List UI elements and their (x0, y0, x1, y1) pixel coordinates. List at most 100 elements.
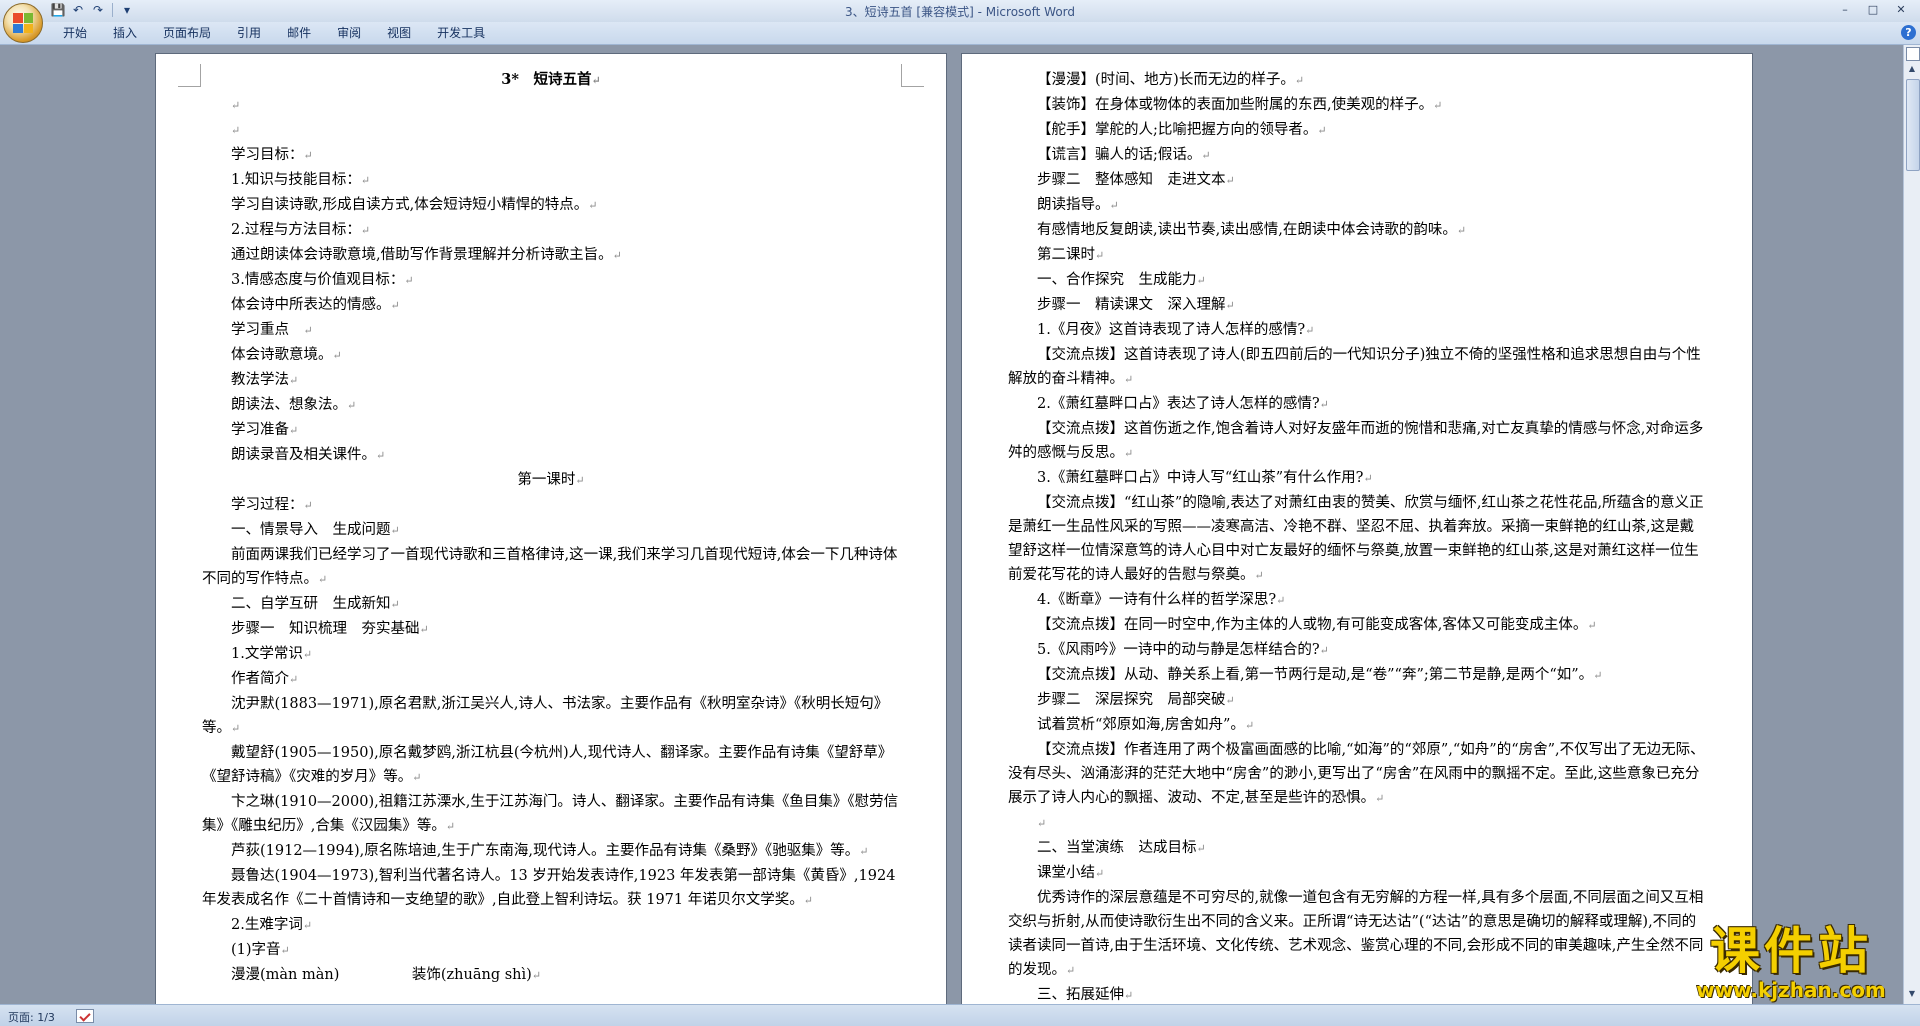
paragraph: 4.《断章》一诗有什么样的哲学深思?↵ (1008, 588, 1706, 613)
tab-review[interactable]: 审阅 (324, 22, 374, 44)
paragraph: 前面两课我们已经学习了一首现代诗歌和三首格律诗,这一课,我们来学习几首现代短诗,… (202, 543, 900, 592)
paragraph: 3* 短诗五首↵ (202, 68, 900, 93)
paragraph-mark-icon: ↵ (303, 324, 313, 337)
paragraph-mark-icon: ↵ (1225, 694, 1235, 707)
scroll-up-icon[interactable]: ▲ (1906, 63, 1918, 75)
paragraph-mark-icon: ↵ (1225, 174, 1235, 187)
paragraph: 漫漫(màn màn) 装饰(zhuāng shì)↵ (202, 963, 900, 988)
tab-developer[interactable]: 开发工具 (424, 22, 498, 44)
paragraph: 学习目标：↵ (202, 143, 900, 168)
vertical-scrollbar[interactable]: ▲ ▼ (1903, 45, 1920, 1004)
paragraph-mark-icon: ↵ (1276, 594, 1286, 607)
paragraph-mark-icon: ↵ (1305, 324, 1315, 337)
paragraph-text: 【舵手】掌舵的人;比喻把握方向的领导者。 (1037, 122, 1318, 138)
paragraph-mark-icon: ↵ (1317, 124, 1327, 137)
scrollbar-thumb[interactable] (1906, 79, 1920, 171)
paragraph-mark-icon: ↵ (575, 474, 585, 487)
paragraph: 学习重点 ↵ (202, 318, 900, 343)
paragraph-mark-icon: ↵ (1363, 472, 1373, 485)
paragraph-text: 一、合作探究 生成能力 (1037, 272, 1197, 288)
paragraph: 第一课时↵ (202, 468, 900, 493)
paragraph-text: 三、拓展延伸 (1037, 987, 1124, 1003)
page-number-indicator[interactable]: 页面: 1/3 (8, 1009, 55, 1025)
minimize-button[interactable]: – (1832, 1, 1858, 18)
view-ruler-icon[interactable] (1906, 47, 1920, 61)
paragraph-text: 试着赏析“郊原如海,房舍如舟”。 (1037, 717, 1245, 733)
document-area: 3* 短诗五首↵ ↵ ↵ 学习目标：↵ 1.知识与技能目标： ↵ 学习自读诗歌,形成自读方式… (0, 45, 1904, 1004)
close-button[interactable]: ✕ (1888, 1, 1914, 18)
paragraph-text: 学习过程： (231, 497, 304, 513)
paragraph: 学习自读诗歌,形成自读方式,体会短诗短小精悍的特点。↵ (202, 193, 900, 218)
tab-view[interactable]: 视图 (374, 22, 424, 44)
site-watermark: 课件站 www.kjzhan.com (1676, 924, 1906, 1002)
paragraph-mark-icon: ↵ (231, 99, 241, 112)
paragraph-text: 卞之琳(1910—2000),祖籍江苏溧水,生于江苏海门。诗人、翻译家。主要作品… (202, 794, 899, 834)
paragraph-text: 沈尹默(1883—1971),原名君默,浙江吴兴人,诗人、书法家。主要作品有《秋… (202, 696, 889, 736)
paragraph-mark-icon: ↵ (1095, 867, 1105, 880)
paragraph: 一、情景导入 生成问题↵ (202, 518, 900, 543)
tab-page-layout[interactable]: 页面布局 (150, 22, 224, 44)
paragraph-text: 朗读录音及相关课件。 (231, 447, 376, 463)
paragraph: 戴望舒(1905—1950),原名戴梦鸥,浙江杭县(今杭州)人,现代诗人、翻译家… (202, 741, 900, 790)
paragraph-mark-icon: ↵ (318, 573, 328, 586)
paragraph-text: 1.知识与技能目标： (231, 172, 361, 188)
tab-home[interactable]: 开始 (50, 22, 100, 44)
paragraph-mark-icon: ↵ (859, 845, 869, 858)
paragraph-text: 教法学法 (231, 372, 289, 388)
paragraph: 朗读录音及相关课件。↵ (202, 443, 900, 468)
paragraph-text: 5.《风雨吟》一诗中的动与静是怎样结合的? (1037, 642, 1320, 658)
page-text[interactable]: 3* 短诗五首↵ ↵ ↵ 学习目标：↵ 1.知识与技能目标： ↵ 学习自读诗歌,形成自读方式… (202, 68, 900, 988)
paragraph-text: 朗读法、想象法。 (231, 397, 347, 413)
office-button[interactable] (3, 3, 43, 43)
help-icon[interactable]: ? (1901, 25, 1916, 40)
paragraph-text: 学习自读诗歌,形成自读方式,体会短诗短小精悍的特点。 (231, 197, 589, 213)
paragraph-mark-icon: ↵ (302, 919, 313, 932)
paragraph-text: 【装饰】在身体或物体的表面加些附属的东西,使美观的样子。 (1037, 97, 1434, 113)
paragraph: 步骤二 深层探究 局部突破↵ (1008, 688, 1706, 713)
paragraph-mark-icon: ↵ (404, 274, 414, 287)
paragraph-mark-icon: ↵ (332, 349, 342, 362)
page-text[interactable]: 【漫漫】(时间、地方)长而无边的样子。↵ 【装饰】在身体或物体的表面加些附属的东西… (1008, 68, 1706, 1004)
paragraph: 优秀诗作的深层意蕴是不可穷尽的,就像一道包含有无穷解的方程一样,具有多个层面,不… (1008, 886, 1706, 983)
watermark-logo: 课件站 (1710, 922, 1872, 980)
paragraph-mark-icon: ↵ (289, 424, 299, 437)
maximize-button[interactable]: □ (1860, 1, 1886, 18)
paragraph-text: 戴望舒(1905—1950),原名戴梦鸥,浙江杭县(今杭州)人,现代诗人、翻译家… (202, 745, 893, 785)
paragraph: 体会诗中所表达的情感。↵ (202, 293, 900, 318)
paragraph-mark-icon: ↵ (390, 598, 400, 611)
paragraph-mark-icon: ↵ (612, 249, 622, 262)
window-controls: – □ ✕ (1832, 1, 1914, 18)
paragraph: 【漫漫】(时间、地方)长而无边的样子。↵ (1008, 68, 1706, 93)
paragraph-mark-icon: ↵ (1196, 274, 1206, 287)
paragraph-mark-icon: ↵ (445, 820, 456, 833)
scroll-down-icon[interactable]: ▼ (1906, 988, 1918, 1000)
paragraph: 3.《萧红墓畔口占》中诗人写“红山茶”有什么作用?↵ (1008, 466, 1706, 491)
proofing-icon[interactable] (76, 1009, 94, 1023)
crop-mark (901, 64, 924, 87)
paragraph: 朗读法、想象法。↵ (202, 393, 900, 418)
paragraph-text: 【谎言】骗人的话;假话。 (1037, 147, 1202, 163)
paragraph-mark-icon: ↵ (376, 449, 386, 462)
paragraph-text: 学习重点 (231, 322, 304, 338)
paragraph-text: 学习准备 (231, 422, 289, 438)
paragraph: 体会诗歌意境。↵ (202, 343, 900, 368)
paragraph-mark-icon: ↵ (803, 894, 813, 907)
paragraph: 3.情感态度与价值观目标：↵ (202, 268, 900, 293)
paragraph-mark-icon: ↵ (419, 623, 429, 636)
paragraph-mark-icon: ↵ (302, 648, 313, 661)
paragraph: 1.《月夜》这首诗表现了诗人怎样的感情?↵ (1008, 318, 1706, 343)
paragraph: 学习过程：↵ (202, 493, 900, 518)
paragraph-text: 2.生难字词 (231, 917, 303, 933)
paragraph-mark-icon: ↵ (347, 399, 357, 412)
office-logo-icon (13, 13, 33, 33)
tab-references[interactable]: 引用 (224, 22, 274, 44)
tab-insert[interactable]: 插入 (100, 22, 150, 44)
paragraph-text: 1.《月夜》这首诗表现了诗人怎样的感情? (1037, 322, 1306, 338)
paragraph: 有感情地反复朗读,读出节奏,读出感情,在朗读中体会诗歌的韵味。↵ (1008, 218, 1706, 243)
paragraph: 2.生难字词↵ (202, 913, 900, 938)
paragraph-text: 漫漫(màn màn) 装饰(zhuāng shì) (231, 967, 532, 983)
paragraph: 步骤一 精读课文 深入理解↵ (1008, 293, 1706, 318)
paragraph: 2.《萧红墓畔口占》表达了诗人怎样的感情?↵ (1008, 392, 1706, 417)
paragraph-text: 第一课时 (517, 472, 576, 488)
tab-mailings[interactable]: 邮件 (274, 22, 324, 44)
